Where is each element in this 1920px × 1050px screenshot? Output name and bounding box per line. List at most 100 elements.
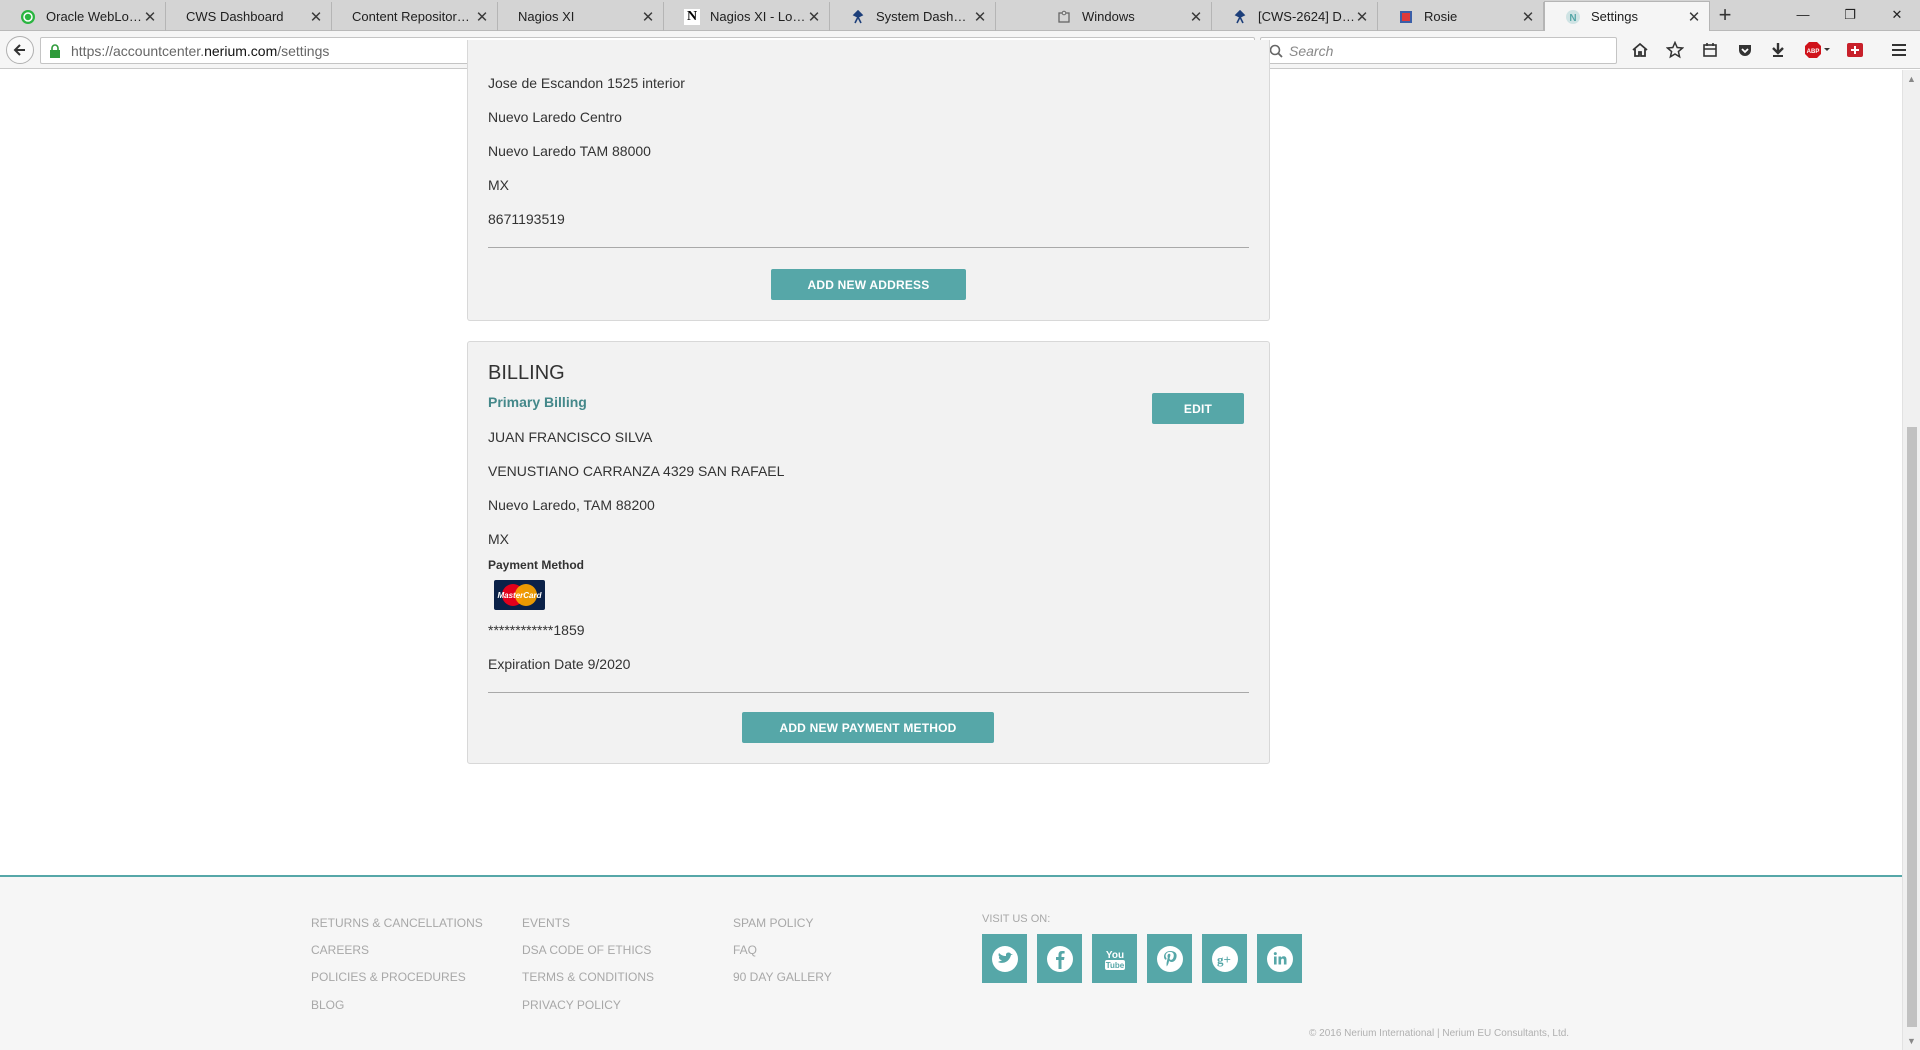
- tab-title: Content Repository Ex...: [352, 9, 475, 24]
- tab-cws-dashboard[interactable]: CWS Dashboard ✕: [166, 2, 332, 31]
- copyright-text: © 2016 Nerium International | Nerium EU …: [1309, 1028, 1570, 1039]
- tab-title: [CWS-2624] Depl...: [1258, 9, 1355, 24]
- jira-icon: [850, 9, 866, 25]
- close-icon[interactable]: ✕: [1355, 8, 1369, 26]
- youtube-icon[interactable]: You Tube: [1092, 934, 1137, 983]
- back-button[interactable]: [6, 36, 34, 64]
- close-icon[interactable]: ✕: [1189, 8, 1203, 26]
- adblock-icon[interactable]: ABP: [1803, 40, 1833, 60]
- vertical-scrollbar[interactable]: ▲ ▼: [1902, 70, 1920, 1050]
- close-icon[interactable]: ✕: [973, 8, 987, 26]
- footer-link-careers[interactable]: CAREERS: [311, 943, 369, 957]
- puzzle-icon: [1056, 9, 1072, 25]
- bookmark-star-icon[interactable]: [1664, 40, 1686, 60]
- reading-list-icon[interactable]: [1699, 40, 1721, 60]
- close-icon[interactable]: ✕: [1521, 8, 1535, 26]
- address-line: Nuevo Laredo Centro: [488, 109, 622, 125]
- svg-text:N: N: [1569, 13, 1576, 24]
- close-icon[interactable]: ✕: [143, 8, 157, 26]
- card-number: ************1859: [488, 622, 585, 638]
- svg-text:You: You: [1105, 950, 1123, 961]
- footer-link-returns[interactable]: RETURNS & CANCELLATIONS: [311, 916, 483, 930]
- google-plus-icon[interactable]: g+: [1202, 934, 1247, 983]
- add-new-address-button[interactable]: ADD NEW ADDRESS: [771, 269, 966, 300]
- restore-button[interactable]: ❐: [1827, 4, 1873, 26]
- close-icon[interactable]: ✕: [309, 8, 323, 26]
- footer-link-privacy[interactable]: PRIVACY POLICY: [522, 998, 621, 1012]
- close-icon[interactable]: ✕: [475, 8, 489, 26]
- nagios-icon: N: [684, 8, 700, 25]
- tab-title: Windows: [1082, 9, 1135, 24]
- close-icon[interactable]: ✕: [641, 8, 655, 26]
- address-line: Nuevo Laredo TAM 88000: [488, 143, 651, 159]
- scrollbar-thumb[interactable]: [1907, 427, 1917, 1027]
- window-close-button[interactable]: ✕: [1874, 4, 1920, 26]
- url-prefix: https://accountcenter.: [71, 42, 205, 59]
- footer-link-blog[interactable]: BLOG: [311, 998, 344, 1012]
- close-icon[interactable]: ✕: [1687, 8, 1701, 26]
- nerium-icon: N: [1565, 9, 1581, 25]
- billing-name: JUAN FRANCISCO SILVA: [488, 429, 653, 445]
- tab-title: Rosie: [1424, 9, 1458, 24]
- tab-cws-2624[interactable]: [CWS-2624] Depl... ✕: [1212, 2, 1378, 31]
- payment-method-label: Payment Method: [488, 558, 585, 572]
- url-path: /settings: [277, 42, 330, 59]
- search-icon: [1269, 44, 1283, 58]
- tab-content-repository[interactable]: Content Repository Ex... ✕: [332, 2, 498, 31]
- extension-red-icon[interactable]: [1845, 40, 1867, 60]
- lock-icon: [50, 43, 60, 58]
- twitter-icon[interactable]: [982, 934, 1027, 983]
- billing-city: Nuevo Laredo, TAM 88200: [488, 497, 655, 513]
- footer-link-gallery[interactable]: 90 DAY GALLERY: [733, 970, 832, 984]
- divider: [488, 247, 1249, 248]
- billing-country: MX: [488, 531, 509, 547]
- pocket-icon[interactable]: [1734, 40, 1756, 60]
- primary-billing-label: Primary Billing: [488, 394, 587, 410]
- tab-rosie[interactable]: Rosie ✕: [1378, 2, 1544, 31]
- add-new-payment-method-button[interactable]: ADD NEW PAYMENT METHOD: [742, 712, 994, 743]
- billing-street: VENUSTIANO CARRANZA 4329 SAN RAFAEL: [488, 463, 785, 479]
- scroll-down-icon[interactable]: ▼: [1907, 1036, 1916, 1046]
- tab-title: Settings: [1591, 9, 1638, 24]
- address-card: Jose de Escandon 1525 interior Nuevo Lar…: [467, 40, 1270, 321]
- menu-icon[interactable]: [1888, 40, 1910, 60]
- tab-oracle-weblogic[interactable]: Oracle WebLogic Serv... ✕: [0, 2, 166, 31]
- close-icon[interactable]: ✕: [807, 8, 821, 26]
- tab-system-dashboard[interactable]: System Dashboar... ✕: [830, 2, 996, 31]
- footer-link-spam[interactable]: SPAM POLICY: [733, 916, 813, 930]
- linkedin-icon[interactable]: [1257, 934, 1302, 983]
- svg-text:g+: g+: [1217, 952, 1231, 967]
- rosie-icon: [1398, 9, 1414, 25]
- tab-windows[interactable]: Windows ✕: [1046, 2, 1212, 31]
- footer-link-policies[interactable]: POLICIES & PROCEDURES: [311, 970, 466, 984]
- tab-title: System Dashboar...: [876, 9, 973, 24]
- svg-text:Tube: Tube: [1105, 961, 1124, 970]
- tab-nagios-login[interactable]: N Nagios XI - Login ✕: [664, 2, 830, 31]
- search-placeholder: Search: [1289, 42, 1334, 59]
- footer-link-terms[interactable]: TERMS & CONDITIONS: [522, 970, 654, 984]
- address-line: Jose de Escandon 1525 interior: [488, 75, 685, 91]
- billing-title: BILLING: [488, 362, 565, 384]
- home-icon[interactable]: [1629, 40, 1651, 60]
- footer-link-dsa-ethics[interactable]: DSA CODE OF ETHICS: [522, 943, 651, 957]
- new-tab-button[interactable]: +: [1711, 4, 1739, 28]
- footer-link-faq[interactable]: FAQ: [733, 943, 757, 957]
- tab-title: Nagios XI - Login: [710, 9, 807, 24]
- svg-text:ABP: ABP: [1807, 49, 1820, 55]
- mastercard-logo: MasterCard: [494, 580, 545, 610]
- download-icon[interactable]: [1767, 40, 1789, 60]
- tab-title: Nagios XI: [518, 9, 575, 24]
- footer-link-events[interactable]: EVENTS: [522, 916, 570, 930]
- edit-billing-button[interactable]: EDIT: [1152, 393, 1244, 424]
- visit-us-label: VISIT US ON:: [982, 913, 1051, 925]
- jira-icon: [1232, 9, 1248, 25]
- minimize-button[interactable]: —: [1780, 4, 1826, 26]
- tab-nagios-xi[interactable]: Nagios XI ✕: [498, 2, 664, 31]
- pinterest-icon[interactable]: [1147, 934, 1192, 983]
- scroll-up-icon[interactable]: ▲: [1907, 74, 1916, 84]
- tab-settings[interactable]: N Settings ✕: [1544, 1, 1710, 31]
- whatsapp-icon: [20, 9, 36, 25]
- search-input[interactable]: Search: [1260, 37, 1617, 64]
- back-arrow-icon: [13, 44, 25, 56]
- facebook-icon[interactable]: [1037, 934, 1082, 983]
